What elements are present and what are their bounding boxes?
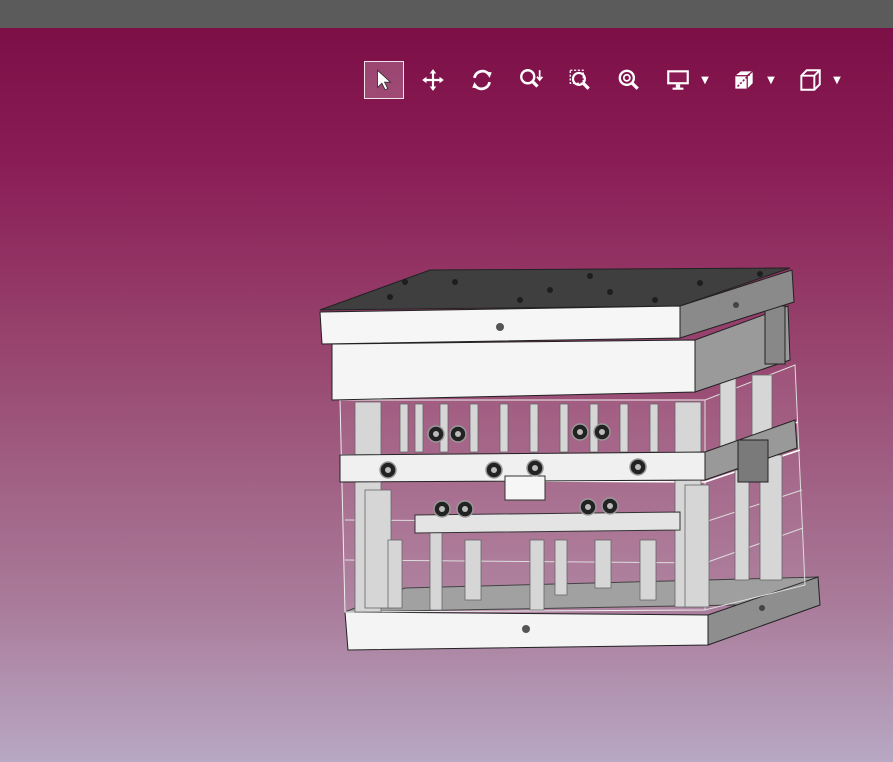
chevron-down-icon[interactable]: ▼ [764,75,778,86]
section-button[interactable] [724,61,764,99]
chevron-down-icon[interactable]: ▼ [830,75,844,86]
select-tool-button[interactable] [364,61,404,99]
bottom-plate-side-hole [759,605,765,611]
chevron-down-icon[interactable]: ▼ [698,75,712,86]
section-dropdown[interactable]: ▼ [724,61,778,99]
title-bar [0,0,893,28]
view-cube-icon [800,69,821,91]
rotate-icon [472,69,492,91]
zoom-in-out-icon [520,69,544,88]
ejector-plate [414,511,681,534]
zoom-window-icon [569,69,590,90]
view-orientation-dropdown[interactable]: ▼ [790,61,844,99]
pan-tool-button[interactable] [413,61,453,99]
arrow-pointer-icon [377,69,392,91]
side-clamp [737,439,769,483]
mold-assembly-model[interactable] [0,28,893,762]
display-mode-dropdown[interactable]: ▼ [658,61,712,99]
move-arrows-icon [422,69,444,91]
upper-side-clamp [764,305,786,365]
rotate-tool-button[interactable] [462,61,502,99]
monitor-icon [667,70,689,90]
top-plate-side-hole [733,302,739,308]
bottom-plate-hole [522,625,530,633]
section-plane-icon [735,70,754,89]
3d-viewport[interactable]: ▼ ▼ ▼ [0,28,893,762]
zoom-tool-button[interactable] [511,61,551,99]
center-block [504,475,546,501]
top-plate-hole [496,323,504,331]
zoom-window-button[interactable] [560,61,600,99]
display-mode-button[interactable] [658,61,698,99]
view-toolbar: ▼ ▼ ▼ [364,60,856,100]
zoom-fit-button[interactable] [609,61,649,99]
upper-block-front [331,339,696,401]
view-orientation-button[interactable] [790,61,830,99]
zoom-fit-icon [618,69,639,90]
